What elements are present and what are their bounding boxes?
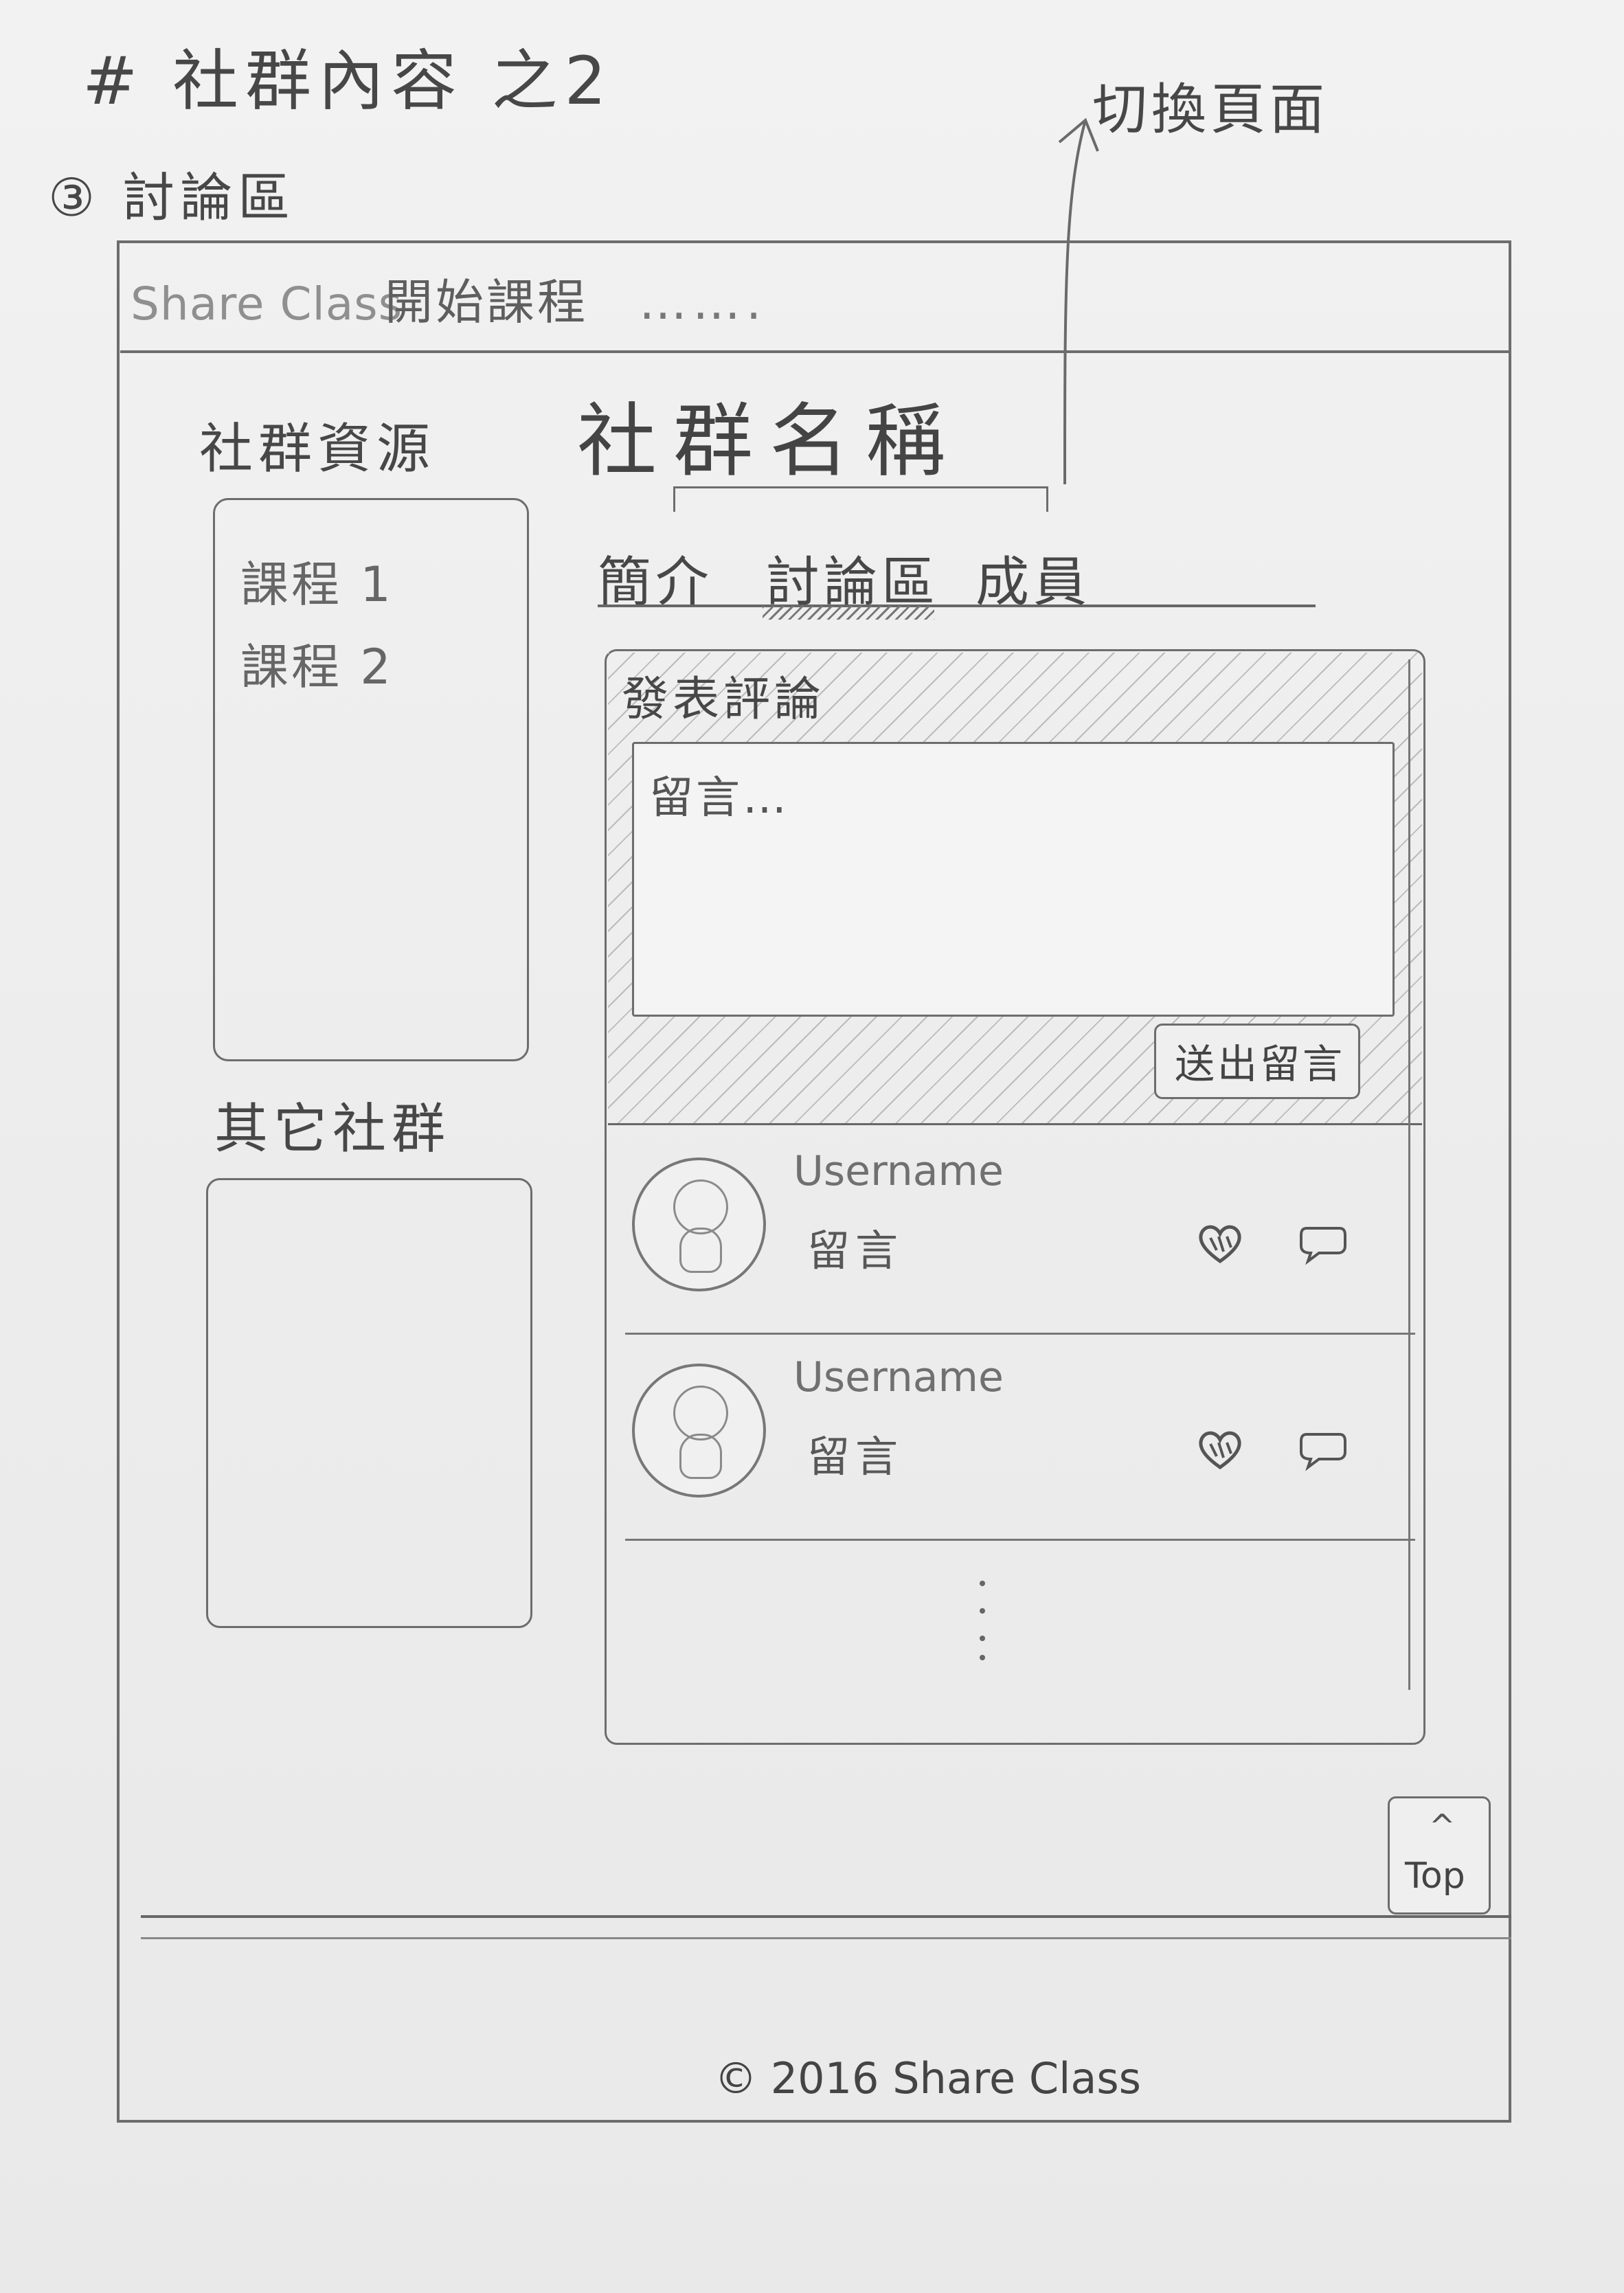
paper-sketch: # 社群內容 之2 ③ 討論區 切換頁面 Share Class 開始課程 ………: [0, 0, 1624, 2293]
discussion-scroll-edge: [1408, 659, 1414, 1690]
course-item-1[interactable]: 課程 1: [240, 546, 394, 615]
send-comment-label: 送出留言: [1175, 1041, 1346, 1087]
footer-divider-secondary: [141, 1937, 1511, 1939]
other-communities-title: 其它社群: [214, 1098, 451, 1160]
footer-copyright: © 2016 Share Class: [714, 2053, 1141, 2103]
more-comments-indicator[interactable]: [975, 1570, 989, 1666]
comment-placeholder: 留言…: [649, 773, 789, 824]
heart-icon[interactable]: [1195, 1223, 1245, 1264]
speech-bubble-icon[interactable]: [1298, 1429, 1348, 1471]
active-tab-indicator: [763, 605, 934, 620]
comment-username[interactable]: Username: [793, 1147, 1004, 1195]
comment-text: 留言: [807, 1225, 904, 1276]
tabs-annotation-bracket: [673, 486, 1048, 512]
tabs-divider: [598, 605, 1316, 607]
footer-divider: [141, 1915, 1511, 1918]
start-course-link[interactable]: 開始課程: [385, 278, 588, 326]
course-item-2[interactable]: 課程 2: [240, 629, 394, 698]
avatar-icon[interactable]: [632, 1157, 766, 1291]
page-note-title: # 社群內容 之2: [82, 43, 613, 120]
comment-text: 留言: [807, 1432, 904, 1482]
post-comment-title: 發表評論: [622, 673, 826, 727]
community-resources-title: 社群資源: [199, 418, 436, 480]
header-divider: [120, 350, 1511, 353]
speech-bubble-icon[interactable]: [1298, 1223, 1348, 1265]
other-communities-box: [206, 1178, 532, 1628]
nav-more[interactable]: …….: [639, 278, 767, 326]
comment-username[interactable]: Username: [793, 1353, 1004, 1401]
page-note-section: ③ 討論區: [48, 167, 296, 228]
heart-icon[interactable]: [1195, 1429, 1245, 1470]
up-arrow-icon: ^: [1429, 1807, 1456, 1844]
comment-item: Username 留言: [625, 1127, 1415, 1335]
avatar-icon[interactable]: [632, 1364, 766, 1498]
brand-logo[interactable]: Share Class: [131, 282, 403, 327]
comment-item: Username 留言: [625, 1333, 1415, 1541]
community-name: 社群名稱: [577, 395, 962, 488]
back-to-top-label: Top: [1405, 1855, 1465, 1897]
